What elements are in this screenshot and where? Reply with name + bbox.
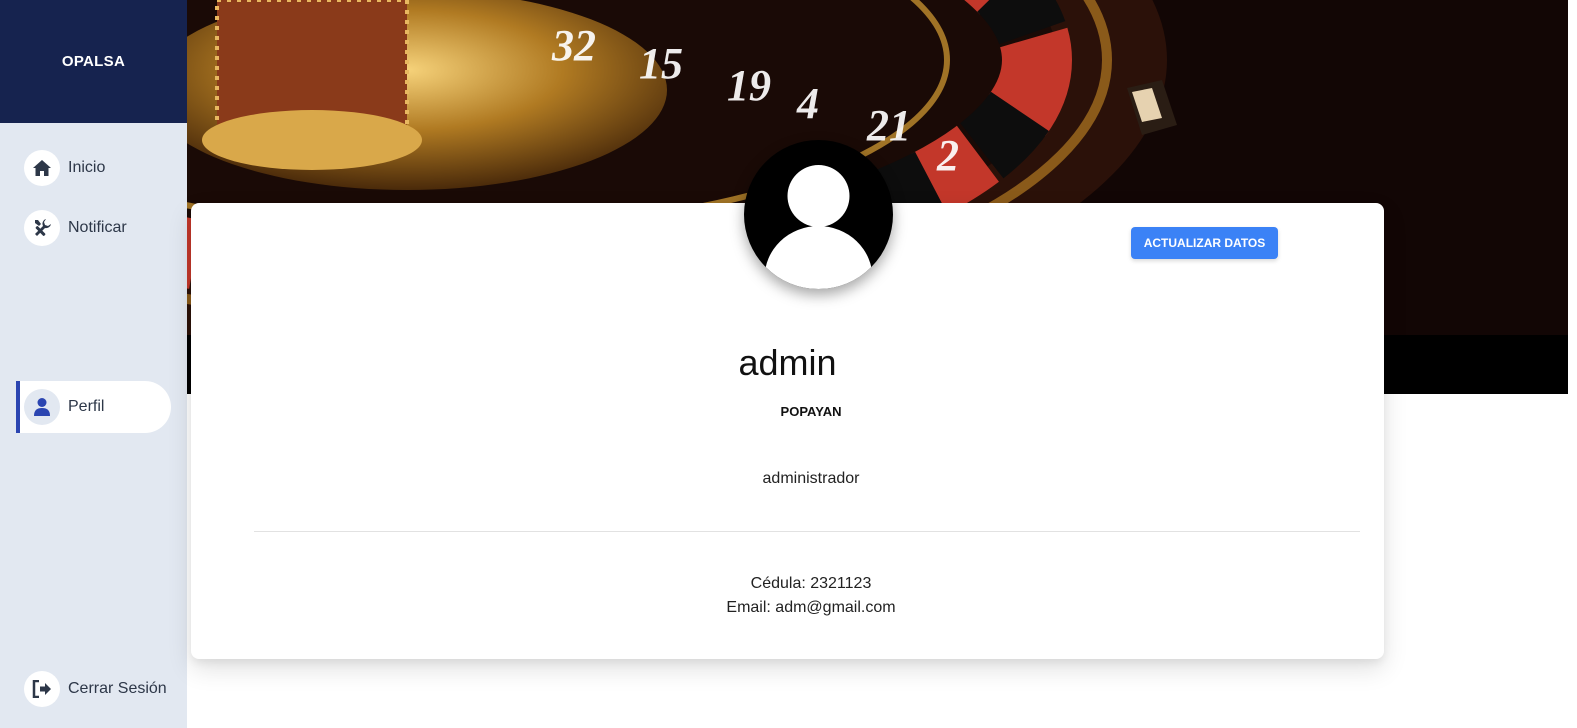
roulette-number: 15 [639, 39, 683, 88]
roulette-number: 19 [727, 61, 771, 110]
home-icon [24, 150, 60, 186]
roulette-number: 4 [796, 79, 819, 128]
sign-out-icon [24, 671, 60, 707]
update-data-button[interactable]: ACTUALIZAR DATOS [1131, 227, 1278, 259]
sidebar-item-notificar[interactable]: Notificar [16, 202, 171, 254]
sidebar-item-label: Perfil [68, 398, 105, 415]
profile-email: Email: adm@gmail.com [726, 599, 896, 616]
profile-city: POPAYAN [780, 404, 842, 419]
roulette-number: 32 [551, 21, 596, 70]
brand-header: OPALSA [0, 0, 187, 123]
sidebar-item-label: Notificar [68, 219, 127, 236]
profile-name: admin [738, 342, 837, 383]
sidebar-item-perfil[interactable]: Perfil [16, 381, 171, 433]
roulette-number: 2 [936, 131, 959, 180]
roulette-number: 21 [866, 101, 911, 150]
logout-button[interactable]: Cerrar Sesión [16, 663, 181, 715]
brand-name: OPALSA [61, 53, 126, 70]
sidebar: OPALSA Inicio Notificar Perfil Cerrar Se… [0, 0, 187, 728]
sidebar-item-inicio[interactable]: Inicio [16, 142, 171, 194]
tools-icon [24, 210, 60, 246]
sidebar-item-label: Inicio [68, 159, 106, 176]
profile-role: administrador [762, 470, 860, 487]
user-icon [24, 389, 60, 425]
divider [254, 531, 1360, 532]
user-avatar-icon [744, 140, 893, 289]
logout-label: Cerrar Sesión [68, 680, 167, 697]
profile-cedula: Cédula: 2321123 [750, 575, 872, 592]
